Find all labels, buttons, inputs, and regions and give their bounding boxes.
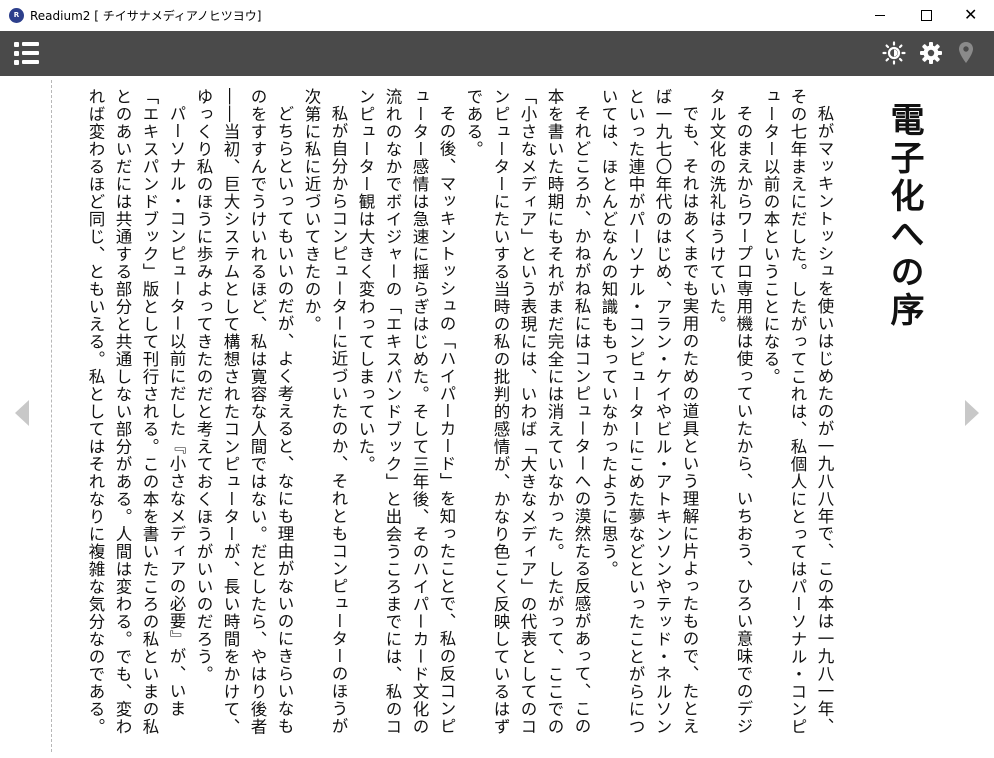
book-page: 電子化への序 私がマッキントッシュを使いはじめたのが一九八八年で、この本は一九八… [64, 88, 924, 748]
chapter-title: 電子化への序 [884, 102, 924, 330]
reader-toolbar [0, 31, 994, 76]
close-icon: ✕ [964, 5, 978, 24]
table-of-contents-button[interactable] [14, 41, 40, 65]
window-title: Readium2 [ チイサナメディアノヒツヨウ] [30, 9, 262, 23]
settings-button[interactable] [918, 41, 944, 65]
paragraph: でも、それはあくまでも実用のための道具という理解に片よったもので、たとえば一九七… [599, 88, 699, 736]
close-button[interactable]: ✕ [949, 0, 994, 31]
page-divider [51, 80, 52, 752]
brightness-icon [882, 41, 906, 65]
minimize-button[interactable] [857, 0, 903, 31]
maximize-icon [921, 10, 932, 21]
gear-icon [920, 42, 942, 64]
paragraph: 私が自分からコンピューターに近づいたのか、それともコンピューターのほうが次第に私… [302, 88, 348, 735]
paragraph: どちらといってもいいのだが、よく考えると、なにも理由がないのにきらいなものをすす… [194, 88, 294, 736]
location-pin-icon [959, 42, 973, 63]
paragraph: それどころか、かねがね私にはコンピューターへの漠然たる反感があって、この本を書い… [464, 88, 591, 736]
paragraph: その後、マッキントッシュの「ハイパーカード」を知ったことで、私の反コンピューター… [356, 88, 456, 736]
app-logo-icon: R [9, 8, 24, 23]
window-titlebar: R Readium2 [ チイサナメディアノヒツヨウ] ✕ [0, 0, 994, 32]
location-button[interactable] [956, 41, 982, 65]
paragraph: 私がマッキントッシュを使いはじめたのが一九八八年で、この本は一九八一年、その七年… [761, 88, 834, 736]
previous-page-button[interactable] [12, 398, 32, 428]
paragraph: そのまえからワープロ専用機は使っていたから、いちおう、ひろい意味でのデジタル文化… [707, 88, 753, 735]
minimize-icon [875, 15, 885, 16]
chevron-left-icon [15, 400, 29, 426]
next-page-button[interactable] [962, 398, 982, 428]
brightness-button[interactable] [881, 41, 907, 65]
chevron-right-icon [965, 400, 979, 426]
paragraph: パーソナル・コンピューター以前にだした『小さなメディアの必要』が、いま「エキスパ… [86, 88, 186, 736]
maximize-button[interactable] [903, 0, 949, 31]
